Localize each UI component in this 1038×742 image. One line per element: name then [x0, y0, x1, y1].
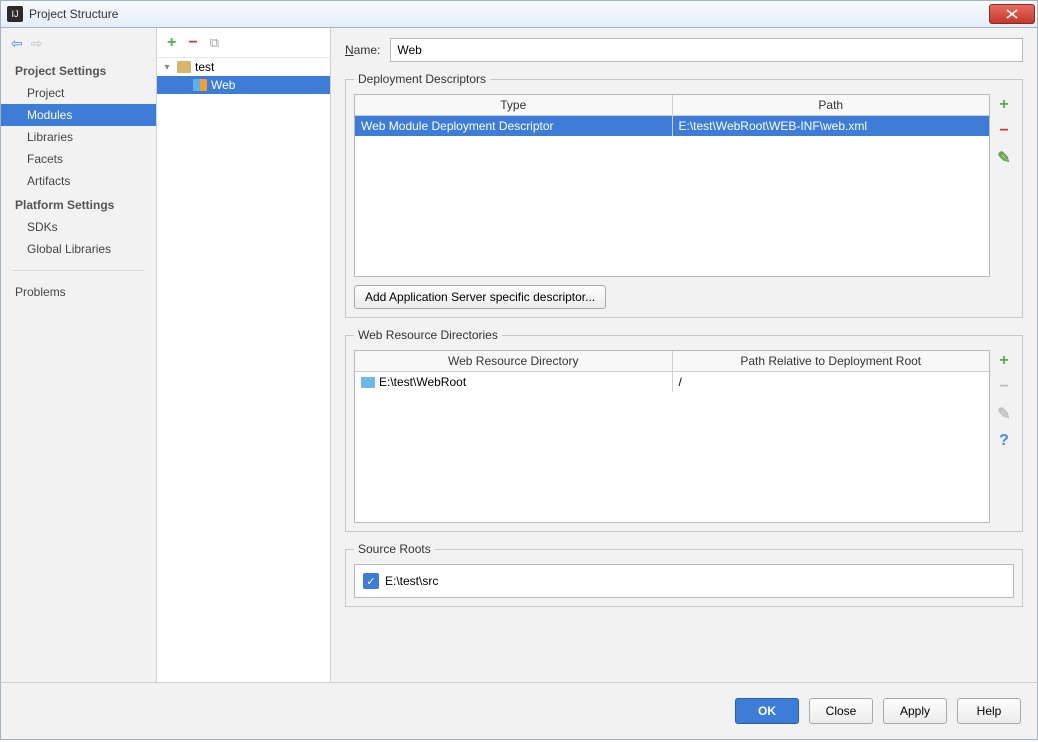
- back-icon[interactable]: ⇦: [11, 35, 23, 52]
- nav-sdks[interactable]: SDKs: [1, 216, 156, 238]
- col-webres-dir: Web Resource Directory: [355, 351, 673, 371]
- source-roots-group: Source Roots ✓ E:\test\src: [345, 542, 1023, 607]
- add-server-descriptor-button[interactable]: Add Application Server specific descript…: [354, 285, 606, 309]
- tree-root-label: test: [195, 60, 214, 74]
- help-button[interactable]: Help: [957, 698, 1021, 724]
- tree-web-facet[interactable]: Web: [157, 76, 330, 94]
- nav-facets[interactable]: Facets: [1, 148, 156, 170]
- tree-root[interactable]: ▾ test: [157, 58, 330, 76]
- dialog-footer: OK Close Apply Help: [0, 682, 1038, 740]
- nav-global-libraries[interactable]: Global Libraries: [1, 238, 156, 260]
- close-window-button[interactable]: [989, 4, 1035, 24]
- cell-webres-path: /: [673, 372, 990, 392]
- content-panel: Name: Deployment Descriptors Type Path W…: [331, 28, 1037, 682]
- forward-icon: ⇨: [31, 35, 43, 52]
- deployment-table[interactable]: Type Path Web Module Deployment Descript…: [354, 94, 990, 277]
- col-type: Type: [355, 95, 673, 115]
- webres-add-icon[interactable]: +: [999, 352, 1008, 370]
- folder-icon: [361, 377, 375, 388]
- webres-edit-icon: ✎: [997, 404, 1010, 424]
- module-tree-panel: + − ⧉ ▾ test Web: [157, 28, 331, 682]
- nav-libraries[interactable]: Libraries: [1, 126, 156, 148]
- section-platform-settings: Platform Settings: [1, 192, 156, 216]
- source-checkbox[interactable]: ✓: [363, 573, 379, 589]
- nav-modules[interactable]: Modules: [1, 104, 156, 126]
- settings-sidebar: ⇦ ⇨ Project Settings Project Modules Lib…: [1, 28, 157, 682]
- web-facet-icon: [193, 79, 207, 91]
- deployment-legend: Deployment Descriptors: [354, 72, 490, 86]
- deploy-edit-icon[interactable]: ✎: [997, 148, 1010, 168]
- section-project-settings: Project Settings: [1, 58, 156, 82]
- tree-web-label: Web: [211, 78, 235, 92]
- cell-path: E:\test\WebRoot\WEB-INF\web.xml: [673, 116, 990, 136]
- nav-artifacts[interactable]: Artifacts: [1, 170, 156, 192]
- close-button[interactable]: Close: [809, 698, 873, 724]
- source-legend: Source Roots: [354, 542, 435, 556]
- expand-icon[interactable]: ▾: [161, 62, 173, 73]
- add-icon[interactable]: +: [167, 34, 176, 52]
- apply-button[interactable]: Apply: [883, 698, 947, 724]
- deploy-add-icon[interactable]: +: [999, 96, 1008, 114]
- webres-help-icon[interactable]: ?: [999, 432, 1009, 450]
- nav-project[interactable]: Project: [1, 82, 156, 104]
- webres-table[interactable]: Web Resource Directory Path Relative to …: [354, 350, 990, 523]
- source-path: E:\test\src: [385, 574, 438, 588]
- web-resource-group: Web Resource Directories Web Resource Di…: [345, 328, 1023, 532]
- name-input[interactable]: [390, 38, 1023, 62]
- cell-type: Web Module Deployment Descriptor: [355, 116, 673, 136]
- deployment-descriptors-group: Deployment Descriptors Type Path Web Mod…: [345, 72, 1023, 318]
- app-icon: IJ: [7, 6, 23, 22]
- deploy-remove-icon[interactable]: −: [999, 122, 1008, 140]
- copy-icon[interactable]: ⧉: [210, 35, 219, 51]
- remove-icon[interactable]: −: [188, 34, 197, 52]
- name-label: Name:: [345, 43, 380, 57]
- window-title: Project Structure: [29, 7, 989, 21]
- cell-webres-dir: E:\test\WebRoot: [355, 372, 673, 392]
- ok-button[interactable]: OK: [735, 698, 799, 724]
- module-icon: [177, 61, 191, 73]
- webres-legend: Web Resource Directories: [354, 328, 502, 342]
- webres-row[interactable]: E:\test\WebRoot /: [355, 372, 989, 392]
- nav-problems[interactable]: Problems: [1, 281, 156, 303]
- col-path: Path: [673, 95, 990, 115]
- col-webres-path: Path Relative to Deployment Root: [673, 351, 990, 371]
- webres-remove-icon: −: [999, 378, 1008, 396]
- titlebar: IJ Project Structure: [0, 0, 1038, 28]
- separator: [13, 270, 144, 271]
- deployment-row[interactable]: Web Module Deployment Descriptor E:\test…: [355, 116, 989, 136]
